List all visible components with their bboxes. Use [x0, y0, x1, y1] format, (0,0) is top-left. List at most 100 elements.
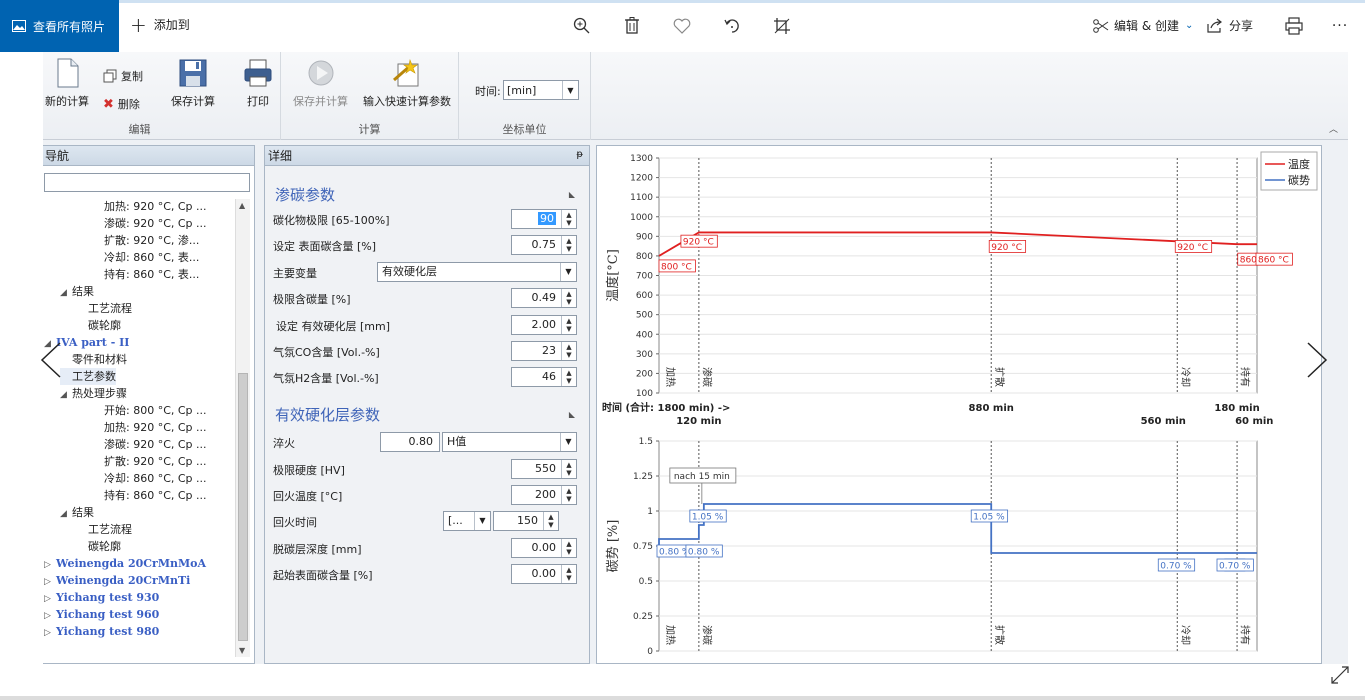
- collapse-arrow-icon[interactable]: ◢: [60, 387, 72, 404]
- save-and-calc-button[interactable]: 保存并计算: [293, 58, 348, 109]
- more-options-button[interactable]: ···: [1328, 14, 1352, 38]
- share-button[interactable]: 分享: [1207, 17, 1253, 34]
- tree-item[interactable]: 冷却: 860 °C, Cp ...: [92, 470, 207, 487]
- fullscreen-expand-icon[interactable]: [1330, 665, 1350, 685]
- magic-wand-icon: [393, 58, 419, 87]
- temper-time-input[interactable]: 150 ▲ ▼: [493, 511, 559, 531]
- print-photo-button[interactable]: [1282, 14, 1306, 38]
- navigation-search-input[interactable]: [44, 173, 250, 192]
- quench-type-select[interactable]: H值 ▼: [442, 432, 577, 452]
- legend-entry: 碳势: [1288, 173, 1310, 187]
- spinner-icon[interactable]: ▲ ▼: [561, 486, 576, 504]
- spinner-icon[interactable]: ▲ ▼: [543, 512, 558, 530]
- tree-item[interactable]: 冷却: 860 °C, 表...: [92, 249, 199, 266]
- copy-icon: [103, 69, 117, 83]
- scroll-down-icon[interactable]: ▼: [239, 646, 245, 655]
- case-depth-input[interactable]: 2.00 ▲ ▼: [511, 315, 577, 335]
- quench-value-input[interactable]: 0.80: [380, 432, 440, 452]
- tree-item[interactable]: ▷ Yichang test 960: [44, 606, 159, 623]
- spinner-icon[interactable]: ▲ ▼: [561, 368, 576, 386]
- temper-temp-input[interactable]: 200 ▲ ▼: [511, 485, 577, 505]
- tree-item[interactable]: 持有: 860 °C, Cp ...: [92, 487, 207, 504]
- edit-create-button[interactable]: 编辑 & 创建 ⌄: [1093, 17, 1193, 34]
- quick-calc-input-button[interactable]: 输入快速计算参数: [363, 58, 451, 109]
- co-content-input[interactable]: 23 ▲ ▼: [511, 341, 577, 361]
- time-unit-select[interactable]: [min] ▼: [503, 80, 579, 100]
- delete-photo-button[interactable]: [620, 14, 644, 38]
- scrollbar-thumb[interactable]: [238, 373, 248, 641]
- tree-item[interactable]: ▷ Weinengda 20CrMnTi: [44, 572, 190, 589]
- collapse-section-icon[interactable]: ◣: [569, 410, 575, 419]
- tree-item[interactable]: 渗碳: 920 °C, Cp ...: [92, 215, 207, 232]
- temper-time-unit-select[interactable]: [... ▼: [443, 511, 491, 531]
- tree-item[interactable]: 渗碳: 920 °C, Cp ...: [92, 436, 207, 453]
- favorite-button[interactable]: [670, 14, 694, 38]
- previous-photo-arrow-icon[interactable]: [36, 340, 66, 380]
- spinner-icon[interactable]: ▲ ▼: [561, 289, 576, 307]
- spinner-icon[interactable]: ▲ ▼: [561, 210, 576, 228]
- initial-carbon-input[interactable]: 0.00 ▲ ▼: [511, 564, 577, 584]
- new-calc-button[interactable]: 新的计算: [45, 58, 89, 109]
- view-all-photos-button[interactable]: 查看所有照片: [0, 0, 119, 52]
- time-unit-label: 时间:: [475, 85, 501, 98]
- tree-item[interactable]: 工艺流程: [76, 300, 132, 317]
- temper-time-value: 150: [517, 514, 538, 527]
- photo-viewer-toolbar: 查看所有照片 + 添加到 编辑 & 创建 ⌄ 分享 ···: [0, 0, 1365, 52]
- tree-item[interactable]: ◢ 结果: [60, 504, 94, 521]
- copy-button[interactable]: 复制: [103, 68, 143, 84]
- tree-item[interactable]: 开始: 800 °C, Cp ...: [92, 402, 207, 419]
- trash-icon: [625, 17, 639, 34]
- tree-item[interactable]: ◢ 热处理步骤: [60, 385, 127, 402]
- collapse-ribbon-icon[interactable]: ︿: [1329, 122, 1338, 135]
- navigation-scrollbar[interactable]: ▲ ▼: [235, 199, 250, 657]
- tree-item[interactable]: 扩散: 920 °C, Cp ...: [92, 453, 207, 470]
- h2-content-input[interactable]: 46 ▲ ▼: [511, 367, 577, 387]
- scroll-up-icon[interactable]: ▲: [239, 201, 245, 210]
- spinner-icon[interactable]: ▲ ▼: [561, 236, 576, 254]
- data-label: 1.05 %: [973, 513, 1005, 523]
- tree-item[interactable]: ▷ Yichang test 930: [44, 589, 159, 606]
- tree-item[interactable]: 工艺参数: [60, 368, 116, 385]
- collapse-arrow-icon[interactable]: ◢: [60, 285, 72, 302]
- collapse-section-icon[interactable]: ◣: [569, 190, 575, 199]
- surface-carbon-label: 设定 表面碳含量 [%]: [273, 240, 377, 253]
- data-label: 800 °C: [661, 262, 692, 272]
- delete-button[interactable]: ✖ 删除: [103, 96, 140, 112]
- limit-carbon-input[interactable]: 0.49 ▲ ▼: [511, 288, 577, 308]
- tree-item[interactable]: ◢ 结果: [60, 283, 94, 300]
- spinner-icon[interactable]: ▲ ▼: [561, 316, 576, 334]
- red-x-icon: ✖: [103, 96, 114, 112]
- tree-item[interactable]: ▷ Weinengda 20CrMnMoA: [44, 555, 206, 572]
- collapse-arrow-icon[interactable]: ◢: [60, 506, 72, 523]
- crop-button[interactable]: [770, 14, 794, 38]
- decarb-depth-input[interactable]: 0.00 ▲ ▼: [511, 538, 577, 558]
- tree-item[interactable]: 加热: 920 °C, Cp ...: [92, 198, 207, 215]
- tree-item[interactable]: 扩散: 920 °C, 渗...: [92, 232, 199, 249]
- tree-item[interactable]: 加热: 920 °C, Cp ...: [92, 419, 207, 436]
- spinner-icon[interactable]: ▲ ▼: [561, 342, 576, 360]
- tree-item[interactable]: 持有: 860 °C, 表...: [92, 266, 199, 283]
- spinner-icon[interactable]: ▲ ▼: [561, 460, 576, 478]
- carbide-limit-input[interactable]: 90 ▲ ▼: [511, 209, 577, 229]
- tree-item[interactable]: 碳轮廓: [76, 538, 121, 555]
- tree-item[interactable]: 工艺流程: [76, 521, 132, 538]
- spinner-icon[interactable]: ▲ ▼: [561, 539, 576, 557]
- rotate-button[interactable]: [720, 14, 744, 38]
- photo-gallery-icon: [12, 20, 26, 32]
- tree-item[interactable]: ▷ Yichang test 980: [44, 623, 159, 640]
- add-to-button[interactable]: + 添加到: [130, 15, 190, 35]
- main-variable-select[interactable]: 有效硬化层 ▼: [377, 262, 577, 282]
- expand-arrow-icon[interactable]: ▷: [44, 625, 56, 642]
- tree-item[interactable]: 碳轮廓: [76, 317, 121, 334]
- print-button[interactable]: 打印: [243, 58, 273, 109]
- limit-hardness-input[interactable]: 550 ▲ ▼: [511, 459, 577, 479]
- zoom-button[interactable]: [570, 14, 594, 38]
- tree-item-label: 扩散: 920 °C, 渗...: [104, 234, 200, 247]
- spinner-icon[interactable]: ▲ ▼: [561, 565, 576, 583]
- next-photo-arrow-icon[interactable]: [1302, 340, 1332, 380]
- tree-item[interactable]: 零件和材料: [60, 351, 127, 368]
- time-unit-value: [min]: [507, 83, 537, 97]
- pin-icon[interactable]: ᵽ: [576, 149, 583, 160]
- surface-carbon-input[interactable]: 0.75 ▲ ▼: [511, 235, 577, 255]
- save-calc-button[interactable]: 保存计算: [171, 58, 215, 109]
